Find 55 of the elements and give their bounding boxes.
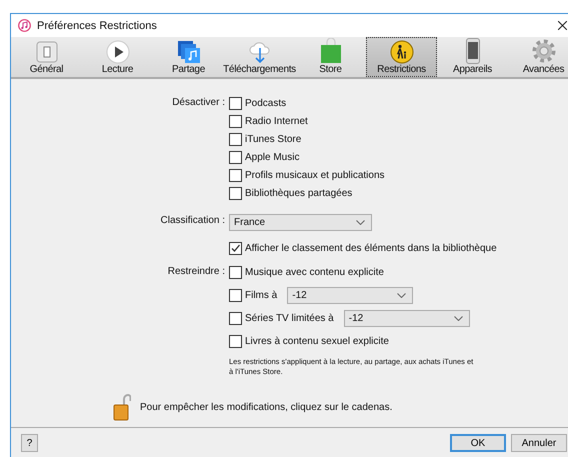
toolbar-tab[interactable]: Store: [295, 37, 366, 77]
checkbox-label: Séries TV limitées à: [245, 312, 334, 324]
checkbox-label: Films à: [245, 290, 278, 300]
dropdown[interactable]: -12: [344, 310, 470, 326]
checkbox[interactable]: [229, 266, 242, 278]
checkbox[interactable]: [229, 96, 242, 110]
checkbox-label: Apple Music: [245, 152, 300, 162]
checkbox[interactable]: [229, 334, 242, 348]
gear-icon: [530, 38, 556, 64]
checkbox[interactable]: [229, 242, 242, 254]
checkbox[interactable]: [229, 150, 242, 164]
checkbox[interactable]: [229, 132, 242, 146]
toolbar-tab[interactable]: Téléchargements: [224, 37, 295, 77]
chevron-down-icon: [397, 292, 406, 298]
checkbox[interactable]: [229, 312, 242, 324]
field-label: Désactiver :: [171, 96, 226, 110]
phone-icon: [466, 38, 480, 64]
close-icon[interactable]: [558, 21, 567, 30]
toolbar-tab[interactable]: Avancées: [508, 37, 568, 77]
field-label: Restreindre :: [166, 265, 226, 279]
cloud-download-icon: [248, 40, 272, 64]
switch-icon: [36, 40, 58, 62]
toolbar-tab[interactable]: Partage: [153, 37, 224, 77]
cancel-button[interactable]: Annuler: [511, 434, 567, 452]
music-note-icon: [18, 19, 31, 32]
toolbar-tab[interactable]: Appareils: [437, 37, 508, 77]
checkbox-label: iTunes Store: [245, 134, 302, 144]
dropdown[interactable]: -12: [287, 286, 414, 304]
chevron-down-icon: [454, 316, 463, 320]
checkbox-label: Bibliothèques partagées: [245, 188, 352, 198]
toolbar-tab[interactable]: Restrictions: [366, 37, 437, 77]
checkbox-label: Profils musicaux et publications: [245, 170, 385, 180]
checkbox-label: Livres à contenu sexuel explicite: [245, 336, 389, 346]
music-folders-icon: [176, 40, 200, 64]
checkbox-label: Radio Internet: [245, 116, 308, 126]
ok-button[interactable]: OK: [450, 434, 506, 452]
lock-message: Pour empêcher les modifications, cliquez sur le cadenas.: [140, 402, 392, 412]
window-title: Préférences Restrictions: [37, 20, 157, 32]
checkbox[interactable]: [229, 186, 242, 200]
toolbar-tab[interactable]: Lecture: [82, 37, 153, 77]
checkbox[interactable]: [229, 288, 242, 302]
parent-child-icon: [390, 40, 414, 64]
checkbox-label: Afficher le classement des éléments dans la bibliothèque: [245, 242, 497, 254]
play-icon: [106, 40, 130, 64]
checkbox[interactable]: [229, 168, 242, 182]
toolbar-tab[interactable]: Général: [11, 37, 82, 77]
field-label: Classification :: [160, 214, 226, 228]
open-padlock-icon[interactable]: [113, 393, 131, 421]
checkbox[interactable]: [229, 114, 242, 128]
checkbox-label: Podcasts: [245, 98, 286, 108]
help-button[interactable]: ?: [21, 434, 38, 452]
dropdown[interactable]: France: [229, 214, 372, 231]
shopping-bag-icon: [320, 38, 342, 64]
chevron-down-icon: [356, 220, 365, 225]
checkbox-label: Musique avec contenu explicite: [245, 266, 384, 278]
